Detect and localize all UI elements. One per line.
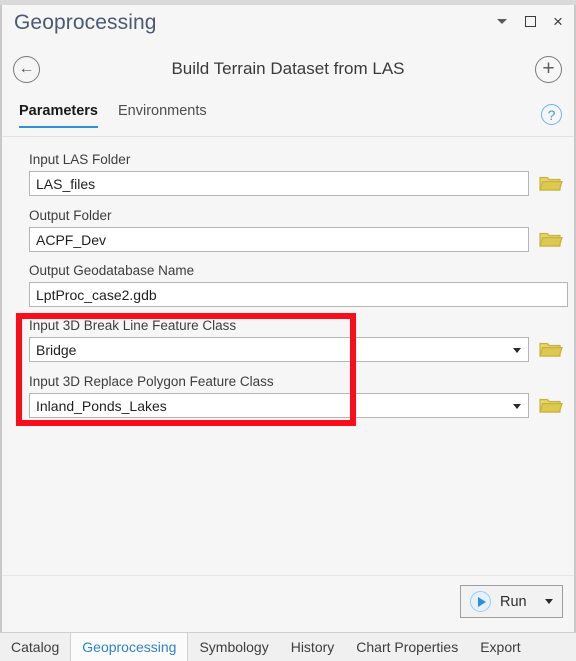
input-las-folder-field[interactable]: LAS_files: [29, 171, 529, 196]
restore-square-icon: [524, 15, 536, 27]
parameters-form: Input LAS Folder LAS_files Output Folder…: [2, 137, 574, 575]
browse-input-3d-break-line-button[interactable]: [539, 339, 565, 361]
title-bar: Geoprocessing ×: [2, 5, 574, 47]
input-3d-break-line-feature-class-field[interactable]: Bridge: [29, 337, 529, 362]
output-folder-value: ACPF_Dev: [36, 231, 107, 248]
dock-tab-geoprocessing[interactable]: Geoprocessing: [70, 633, 189, 661]
dock-tab-catalog[interactable]: Catalog: [0, 633, 70, 661]
minimize-dropdown-button[interactable]: [494, 13, 510, 29]
output-geodatabase-name-value: LptProc_case2.gdb: [36, 286, 157, 303]
run-button-label: Run: [500, 593, 527, 610]
add-to-favorites-button[interactable]: +: [535, 56, 562, 83]
input-3d-replace-polygon-feature-class-field[interactable]: Inland_Ponds_Lakes: [29, 393, 529, 418]
input-las-folder-value: LAS_files: [36, 175, 96, 192]
chevron-down-icon: [497, 18, 507, 24]
label-input-las-folder: Input LAS Folder: [29, 152, 131, 167]
browse-input-las-folder-button[interactable]: [539, 173, 565, 195]
tab-parameters[interactable]: Parameters: [19, 103, 98, 128]
browse-output-folder-button[interactable]: [539, 229, 565, 251]
dock-tab-chart-properties[interactable]: Chart Properties: [345, 633, 469, 661]
restore-button[interactable]: [522, 13, 538, 29]
play-icon: [470, 591, 491, 612]
dock-tab-history[interactable]: History: [280, 633, 346, 661]
browse-input-3d-replace-polygon-button[interactable]: [539, 395, 565, 417]
help-icon[interactable]: ?: [541, 104, 562, 125]
label-input-3d-replace-polygon-feature-class: Input 3D Replace Polygon Feature Class: [29, 374, 274, 389]
close-button[interactable]: ×: [550, 11, 566, 31]
tab-strip: Parameters Environments ?: [2, 100, 574, 132]
tool-header: ← Build Terrain Dataset from LAS +: [2, 47, 574, 92]
input-3d-break-line-feature-class-value: Bridge: [36, 341, 77, 358]
dock-tab-symbology[interactable]: Symbology: [188, 633, 279, 661]
run-button[interactable]: Run: [460, 585, 563, 618]
label-output-geodatabase-name: Output Geodatabase Name: [29, 263, 195, 278]
output-geodatabase-name-field[interactable]: LptProc_case2.gdb: [29, 282, 568, 307]
tool-title: Build Terrain Dataset from LAS: [171, 59, 405, 78]
run-bar: Run: [2, 575, 574, 633]
close-icon: ×: [553, 11, 563, 31]
window-controls: ×: [494, 11, 566, 31]
label-output-folder: Output Folder: [29, 208, 112, 223]
plus-icon: +: [542, 56, 555, 80]
label-input-3d-break-line-feature-class: Input 3D Break Line Feature Class: [29, 318, 237, 333]
dock-tab-bar: Catalog Geoprocessing Symbology History …: [0, 632, 576, 661]
tab-environments[interactable]: Environments: [118, 103, 207, 126]
chevron-down-icon[interactable]: [513, 347, 521, 353]
dock-tab-export[interactable]: Export: [469, 633, 531, 661]
geoprocessing-pane: Geoprocessing × ← Build Terrain Dataset …: [0, 0, 576, 661]
window-title: Geoprocessing: [14, 11, 157, 34]
output-folder-field[interactable]: ACPF_Dev: [29, 227, 529, 252]
chevron-down-icon[interactable]: [513, 403, 521, 409]
input-3d-replace-polygon-feature-class-value: Inland_Ponds_Lakes: [36, 397, 167, 414]
run-dropdown-chevron-down-icon[interactable]: [545, 599, 553, 604]
